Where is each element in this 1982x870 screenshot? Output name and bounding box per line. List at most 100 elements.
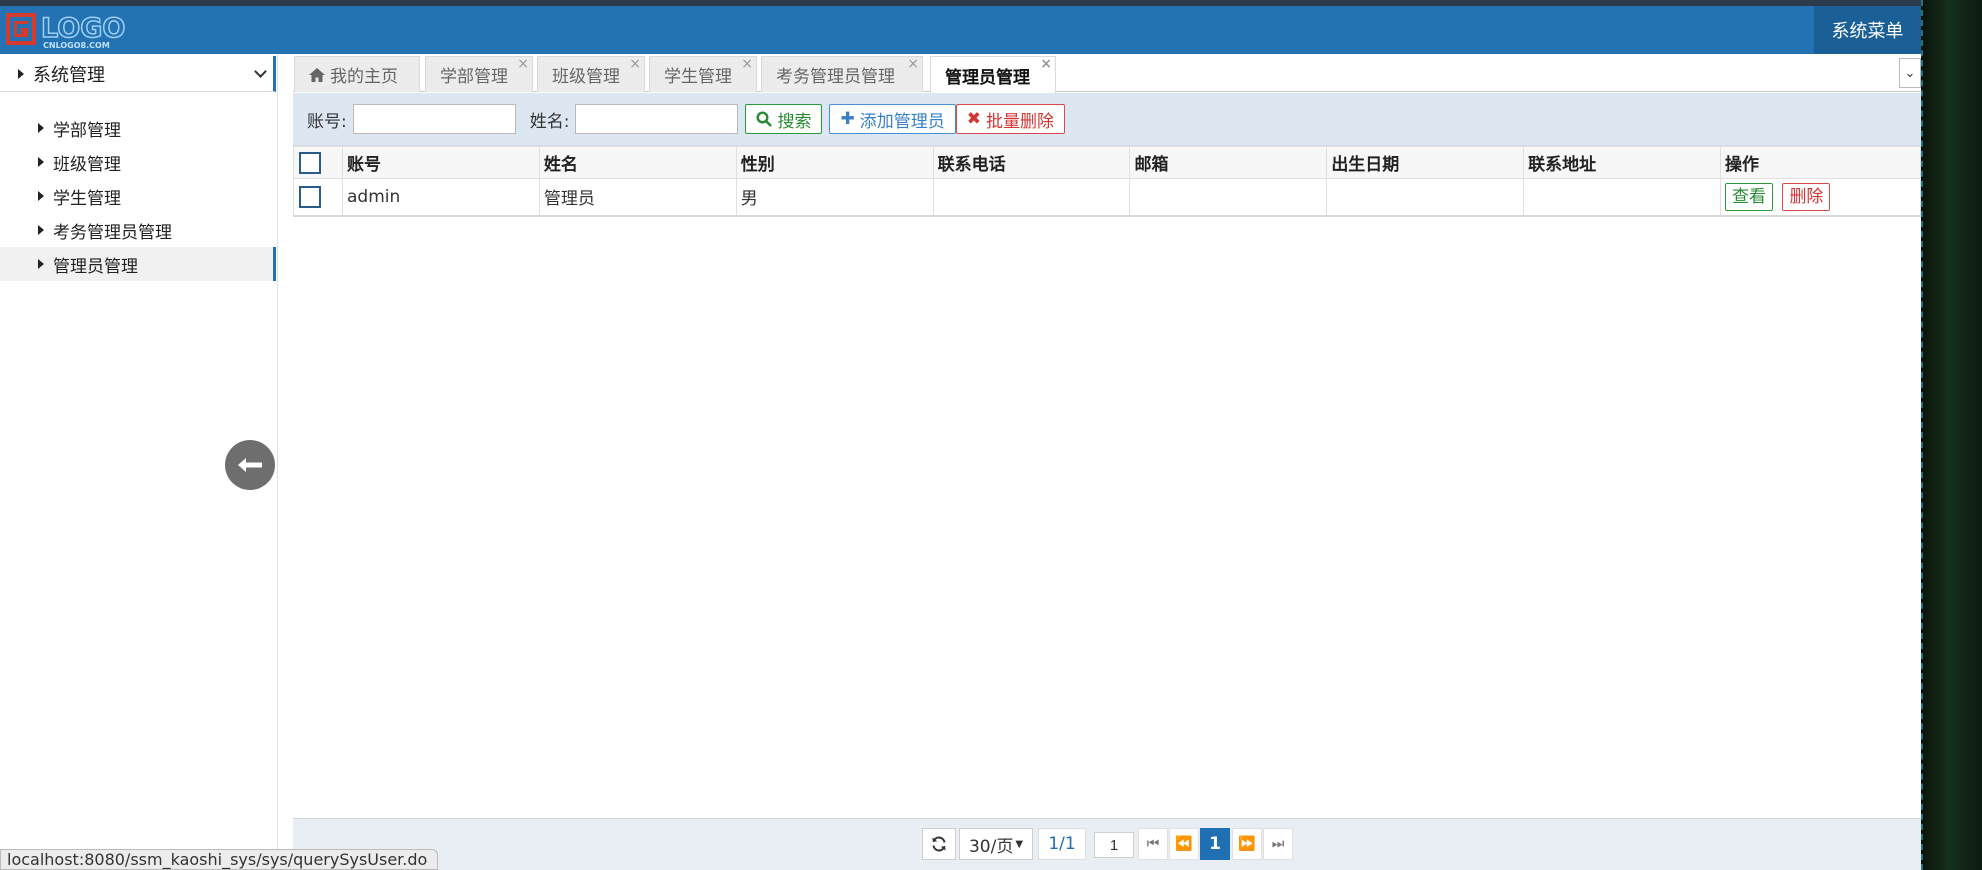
- next-page-button[interactable]: ⏩: [1232, 828, 1262, 860]
- column-header[interactable]: 邮箱: [1129, 146, 1328, 179]
- sidebar-item-label: 管理员管理: [53, 256, 138, 277]
- first-page-button[interactable]: ⏮: [1138, 828, 1168, 860]
- page-number-input[interactable]: [1094, 832, 1134, 858]
- tab-class[interactable]: 班级管理 ×: [537, 56, 645, 92]
- pagination-bar: 30/页 ▼ 1/1 ⏮ ⏪ 1 ⏩ ⏭: [293, 818, 1921, 870]
- name-label: 姓名:: [529, 111, 570, 132]
- sidebar-item-admin[interactable]: 管理员管理: [0, 247, 276, 281]
- close-icon[interactable]: ×: [907, 57, 919, 71]
- caret-down-icon: ▼: [1015, 838, 1024, 850]
- close-icon[interactable]: ×: [1040, 57, 1052, 71]
- account-input[interactable]: [352, 104, 516, 134]
- caret-right-icon: [38, 191, 44, 201]
- caret-right-icon: [38, 225, 44, 235]
- system-menu-label: 系统菜单: [1831, 21, 1904, 42]
- double-chevron-down-icon: ⌄: [1904, 65, 1916, 81]
- search-toolbar: 账号: 姓名: 搜索 ✚ 添加管理员 ✖ 批量删除: [293, 93, 1921, 146]
- account-label: 账号:: [307, 111, 347, 132]
- add-admin-button[interactable]: ✚ 添加管理员: [829, 104, 956, 134]
- tab-department[interactable]: 学部管理 ×: [425, 56, 533, 92]
- system-menu-button[interactable]: 系统菜单: [1814, 6, 1921, 54]
- page-info: 1/1: [1038, 828, 1086, 860]
- add-admin-label: 添加管理员: [859, 111, 945, 132]
- svg-text:CNLOGO8.COM: CNLOGO8.COM: [43, 41, 110, 50]
- svg-text:LOGO: LOGO: [41, 13, 125, 44]
- next-page-icon: ⏩: [1238, 836, 1256, 852]
- admin-table: 账号 姓名 性别 联系电话 邮箱 出生日期 联系地址 操作 admin 管理员 …: [293, 146, 1921, 217]
- last-page-icon: ⏭: [1271, 836, 1285, 852]
- caret-right-icon: [18, 68, 24, 79]
- tab-scroll-button[interactable]: ⌄: [1899, 58, 1921, 88]
- sidebar-item-department[interactable]: 学部管理: [0, 111, 276, 145]
- cell-email: [1129, 178, 1328, 217]
- tab-label: 考务管理员管理: [776, 67, 895, 87]
- column-header[interactable]: 性别: [735, 146, 934, 179]
- sidebar-item-exam-admin[interactable]: 考务管理员管理: [0, 213, 276, 247]
- cell-actions: 查看 删除: [1720, 178, 1921, 217]
- sidebar-group-system[interactable]: 系统管理: [0, 56, 276, 92]
- sidebar: 系统管理 学部管理 班级管理 学生管理 考务管理员管理 管理员管理: [0, 54, 278, 870]
- sidebar-item-label: 学部管理: [53, 120, 121, 141]
- page-size-value: 30/页: [968, 836, 1014, 857]
- refresh-button[interactable]: [922, 828, 956, 860]
- page-size-select[interactable]: 30/页 ▼: [959, 828, 1033, 860]
- select-all-cell: [293, 146, 343, 179]
- current-page: 1: [1209, 834, 1221, 854]
- status-url: localhost:8080/ssm_kaoshi_sys/sys/queryS…: [7, 850, 428, 869]
- chevron-down-icon: [254, 65, 267, 78]
- page-number-button[interactable]: 1: [1200, 828, 1230, 860]
- x-icon: ✖: [966, 109, 981, 129]
- collapse-sidebar-button[interactable]: [225, 440, 275, 490]
- column-header: 操作: [1720, 146, 1921, 179]
- cell-account: admin: [341, 178, 540, 217]
- cell-phone: [932, 178, 1131, 217]
- sidebar-item-label: 班级管理: [53, 154, 121, 175]
- tab-label: 我的主页: [330, 67, 398, 87]
- tab-student[interactable]: 学生管理 ×: [649, 56, 757, 92]
- view-button[interactable]: 查看: [1725, 182, 1774, 211]
- first-page-icon: ⏮: [1146, 836, 1160, 852]
- column-header[interactable]: 联系电话: [932, 146, 1131, 179]
- tab-exam-admin[interactable]: 考务管理员管理 ×: [761, 56, 923, 92]
- home-icon: [309, 67, 325, 82]
- prev-page-button[interactable]: ⏪: [1169, 828, 1199, 860]
- close-icon[interactable]: ×: [741, 57, 753, 71]
- tab-bar: 我的主页 学部管理 × 班级管理 × 学生管理 × 考务管理员管理 × 管理员管…: [293, 54, 1921, 93]
- row-checkbox[interactable]: [299, 185, 321, 208]
- close-icon[interactable]: ×: [629, 57, 641, 71]
- table-row[interactable]: admin 管理员 男 查看 删除: [293, 178, 1921, 217]
- cell-address: [1523, 178, 1722, 217]
- search-button[interactable]: 搜索: [745, 104, 823, 134]
- cell-gender: 男: [735, 178, 934, 217]
- arrow-left-icon: [238, 458, 262, 472]
- caret-right-icon: [38, 123, 44, 133]
- cell-name: 管理员: [538, 178, 737, 217]
- sidebar-item-class[interactable]: 班级管理: [0, 145, 276, 179]
- page-info-text: 1/1: [1048, 834, 1076, 854]
- header-bar: LOGO CNLOGO8.COM 系统菜单: [0, 6, 1921, 54]
- column-header[interactable]: 出生日期: [1326, 146, 1525, 179]
- table-header-row: 账号 姓名 性别 联系电话 邮箱 出生日期 联系地址 操作: [293, 146, 1921, 179]
- tab-label: 学生管理: [664, 67, 732, 87]
- prev-page-icon: ⏪: [1175, 836, 1193, 852]
- close-icon[interactable]: ×: [517, 57, 529, 71]
- column-header[interactable]: 联系地址: [1523, 146, 1722, 179]
- refresh-icon: [932, 836, 946, 852]
- tab-label: 学部管理: [440, 67, 508, 87]
- sidebar-item-student[interactable]: 学生管理: [0, 179, 276, 213]
- delete-button[interactable]: 删除: [1782, 182, 1831, 211]
- caret-right-icon: [38, 259, 44, 269]
- logo: LOGO CNLOGO8.COM: [6, 12, 126, 50]
- select-all-checkbox[interactable]: [299, 151, 321, 174]
- tab-admin[interactable]: 管理员管理 ×: [930, 56, 1056, 93]
- last-page-button[interactable]: ⏭: [1263, 828, 1293, 860]
- batch-delete-button[interactable]: ✖ 批量删除: [955, 104, 1065, 134]
- search-icon: [756, 111, 773, 127]
- column-header[interactable]: 账号: [341, 146, 540, 179]
- tab-label: 班级管理: [552, 67, 620, 87]
- tab-home[interactable]: 我的主页: [294, 56, 420, 92]
- column-header[interactable]: 姓名: [538, 146, 737, 179]
- caret-right-icon: [38, 157, 44, 167]
- name-input[interactable]: [575, 104, 739, 134]
- sidebar-item-label: 考务管理员管理: [53, 222, 172, 243]
